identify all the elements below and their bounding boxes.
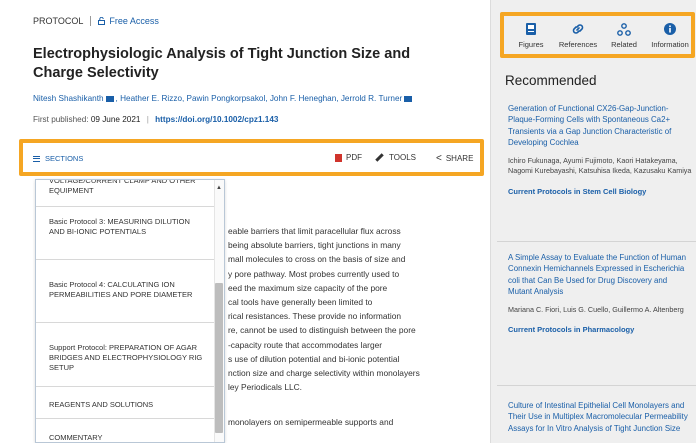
divider — [90, 16, 92, 26]
published-date: 09 June 2021 — [90, 115, 141, 124]
tab-label: Related — [611, 40, 637, 49]
scroll-up-icon[interactable]: ▲ — [216, 185, 222, 191]
body-text: monolayers on semipermeable supports and — [228, 417, 394, 427]
pdf-label: PDF — [346, 153, 362, 162]
abstract-line: being absolute barriers, tight junctions… — [228, 240, 401, 251]
abstract-line: -capacity route that accommodates larger — [228, 339, 383, 350]
tab-related[interactable]: Related — [599, 22, 649, 49]
article-type: PROTOCOL — [33, 16, 84, 26]
wrench-icon — [375, 153, 384, 162]
article-title: Electrophysiologic Analysis of Tight Jun… — [33, 46, 411, 81]
abstract-line: rical resistances. These provide no info… — [228, 311, 402, 322]
divider — [497, 241, 696, 242]
author-links[interactable]: Heather E. Rizzo, Pawin Pongkorpsakol, J… — [120, 94, 402, 103]
tab-label: Information — [651, 40, 689, 49]
recommended-heading: Recommended — [505, 73, 597, 88]
recommended-authors: Ichiro Fukunaga, Ayumi Fujimoto, Kaori H… — [508, 155, 692, 176]
author-link[interactable]: Nitesh Shashikanth — [33, 94, 104, 103]
menu-icon — [33, 155, 40, 162]
tab-references[interactable]: References — [553, 22, 603, 49]
info-icon — [645, 22, 695, 36]
abstract-line: eable barriers that limit paracellular f… — [228, 226, 401, 236]
abstract-text: eable barriers that limit paracellular f… — [228, 224, 478, 394]
abstract-line: ley Periodicals LLC. — [228, 382, 303, 393]
tab-figures[interactable]: Figures — [506, 22, 556, 49]
author-list: Nitesh Shashikanth, Heather E. Rizzo, Pa… — [33, 94, 414, 103]
section-link[interactable]: COMMENTARY — [36, 419, 224, 442]
tools-label: TOOLS — [389, 153, 416, 162]
sections-dropdown: VOLTAGE/CURRENT CLAMP AND OTHER EQUIPMEN… — [35, 179, 225, 443]
sections-button[interactable]: SECTIONS — [33, 154, 83, 163]
abstract-line: eed the maximum size capacity of the por… — [228, 282, 388, 293]
abstract-line: mall molecules to cross on the basis of … — [228, 254, 406, 265]
share-icon: < — [436, 153, 442, 164]
abstract-line: y pore pathway. Most probes currently us… — [228, 268, 400, 279]
share-label: SHARE — [445, 154, 474, 163]
share-button[interactable]: < SHARE — [436, 153, 473, 164]
tab-information[interactable]: Information — [645, 22, 695, 49]
tab-label: References — [558, 40, 598, 49]
side-panel — [490, 0, 696, 443]
published-label: First published: — [33, 115, 89, 124]
section-link[interactable]: VOLTAGE/CURRENT CLAMP AND OTHER EQUIPMEN… — [36, 180, 224, 207]
recommended-link[interactable]: Generation of Functional CX26-Gap-Juncti… — [508, 103, 692, 149]
pdf-icon — [335, 153, 342, 162]
pdf-button[interactable]: PDF — [335, 153, 362, 162]
email-icon[interactable] — [105, 95, 114, 102]
abstract-line: re, cannot be used to distinguish betwee… — [228, 325, 416, 336]
recommended-authors: Mariana C. Fiori, Luis G. Cuello, Guille… — [508, 304, 684, 314]
recommended-item: Culture of Intestinal Epithelial Cell Mo… — [508, 400, 692, 443]
free-access-label: Free Access — [109, 16, 159, 26]
tab-label: Figures — [518, 40, 544, 49]
doi-link[interactable]: https://doi.org/10.1002/cpz1.143 — [155, 115, 278, 124]
figures-icon — [506, 22, 556, 36]
abstract-line: cal tools have generally been limited to — [228, 297, 373, 308]
divider: | — [146, 115, 149, 124]
recommended-journal[interactable]: Current Protocols in Pharmacology — [508, 325, 692, 334]
publication-info: First published: 09 June 2021 | https://… — [33, 115, 278, 124]
abstract-line: nction size and charge selectivity withi… — [228, 368, 420, 379]
tools-button[interactable]: TOOLS — [375, 153, 416, 162]
recommended-item: A Simple Assay to Evaluate the Function … — [508, 252, 692, 334]
section-link[interactable]: REAGENTS AND SOLUTIONS — [36, 387, 224, 419]
sections-label: SECTIONS — [45, 154, 84, 163]
article-meta: PROTOCOL Free Access — [33, 16, 159, 26]
recommended-link[interactable]: Culture of Intestinal Epithelial Cell Mo… — [508, 400, 692, 434]
link-icon — [553, 22, 603, 36]
related-icon — [599, 22, 649, 36]
section-link[interactable]: Basic Protocol 4: CALCULATING ION PERMEA… — [36, 260, 224, 323]
recommended-item: Generation of Functional CX26-Gap-Juncti… — [508, 103, 692, 196]
recommended-link[interactable]: A Simple Assay to Evaluate the Function … — [508, 252, 692, 298]
section-link[interactable]: Basic Protocol 3: MEASURING DILUTION AND… — [36, 207, 224, 260]
abstract-line: s use of dilution potential and bi-ionic… — [228, 353, 400, 364]
recommended-journal[interactable]: Current Protocols in Stem Cell Biology — [508, 187, 692, 196]
section-link[interactable]: Support Protocol: PREPARATION OF AGAR BR… — [36, 323, 224, 387]
email-icon[interactable] — [404, 95, 413, 102]
scrollbar-thumb[interactable] — [215, 283, 223, 433]
unlock-icon — [98, 16, 106, 25]
divider — [497, 385, 696, 386]
article-pane: PROTOCOL Free Access Electrophysiologic … — [0, 0, 490, 443]
